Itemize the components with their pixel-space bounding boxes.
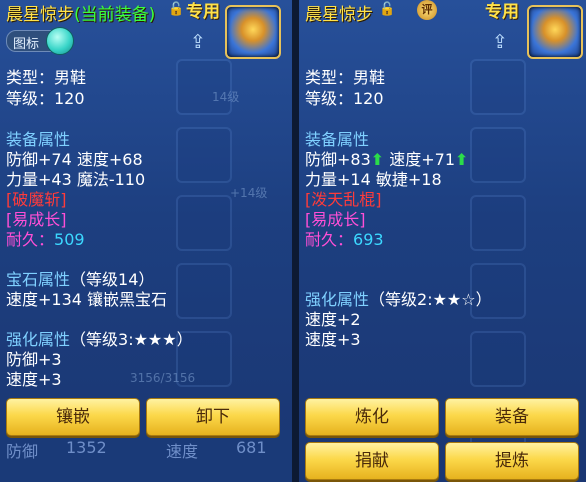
special-skill: [泼天乱棍] — [305, 190, 382, 209]
enhance-line: 防御+3 — [6, 350, 62, 369]
current-equip-tag: (当前装备) — [74, 5, 156, 25]
bg-stat-value: 681 — [236, 438, 267, 457]
enhance-line: 速度+3 — [305, 330, 361, 349]
gem-header-row: 宝石属性（等级14） — [6, 270, 154, 290]
item-level: 等级：120 — [305, 89, 384, 108]
equipment-icon — [225, 5, 281, 59]
share-icon[interactable]: ⇪ — [190, 31, 206, 53]
share-icon[interactable]: ⇪ — [492, 31, 508, 53]
panel-divider — [292, 0, 299, 482]
durability-value: 509 — [54, 230, 85, 249]
up-arrow-icon: ⬆ — [455, 150, 469, 169]
item-type: 类型：男鞋 — [305, 68, 386, 87]
enhance-line: 速度+3 — [6, 370, 62, 389]
compare-item-panel: 晨星惊步 🔓 评 专用 ⇪ 类型：男鞋 等级：120 装备属性 防御+83⬆ 速… — [299, 0, 586, 482]
bg-level-text: 14级 — [212, 90, 240, 104]
attr-line: 力量+43 魔法-110 — [6, 170, 146, 189]
bg-stat-label: 速度 — [166, 442, 199, 461]
extract-button[interactable]: 提炼 — [445, 442, 579, 480]
unequip-button[interactable]: 卸下 — [146, 398, 280, 436]
attr-defense: 防御+83 — [305, 150, 371, 169]
special-effect: [易成长] — [305, 210, 366, 229]
enhance-header: 强化属性 — [6, 330, 71, 349]
attr-line: 力量+14 敏捷+18 — [305, 170, 442, 189]
gem-header: 宝石属性 — [6, 270, 71, 289]
durability-value: 693 — [353, 230, 384, 249]
item-name: 晨星惊步 — [305, 5, 373, 25]
exclusive-label: 专用 — [485, 2, 519, 22]
attr-line: 防御+74 速度+68 — [6, 150, 143, 169]
enhance-level: （等级2:★★☆） — [369, 290, 492, 309]
donate-button[interactable]: 捐献 — [305, 442, 439, 480]
durability: 耐久：693 — [305, 230, 384, 250]
enhance-line: 速度+2 — [305, 310, 361, 329]
unlock-icon[interactable]: 🔓 — [168, 2, 184, 17]
icon-toggle[interactable]: 图标 — [6, 27, 74, 55]
equipment-icon — [527, 5, 583, 59]
background-stats-row: 防御 1352 速度 681 — [0, 430, 292, 482]
item-level: 等级：120 — [6, 89, 85, 108]
inlay-button[interactable]: 镶嵌 — [6, 398, 140, 436]
equip-button[interactable]: 装备 — [445, 398, 579, 436]
enhance-level: （等级3:★★★） — [70, 330, 193, 349]
enhance-header-row: 强化属性（等级3:★★★） — [6, 330, 193, 350]
rating-icon[interactable]: 评 — [417, 0, 437, 20]
unlock-icon[interactable]: 🔓 — [379, 2, 395, 17]
item-title: 晨星惊步(当前装备) — [6, 0, 155, 25]
item-title: 晨星惊步 — [305, 0, 373, 25]
special-skill: [破魔斩] — [6, 190, 67, 209]
gem-line: 速度+134 镶嵌黑宝石 — [6, 290, 168, 309]
refine-button[interactable]: 炼化 — [305, 398, 439, 436]
bg-stat-value: 1352 — [66, 438, 107, 457]
special-effect: [易成长] — [6, 210, 67, 229]
enhance-header: 强化属性 — [305, 290, 370, 309]
enhance-header-row: 强化属性（等级2:★★☆） — [305, 290, 492, 310]
durability: 耐久：509 — [6, 230, 85, 250]
up-arrow-icon: ⬆ — [370, 150, 385, 169]
durability-label: 耐久： — [305, 230, 354, 249]
durability-label: 耐久： — [6, 230, 55, 249]
icon-toggle-label: 图标 — [13, 37, 40, 52]
attr-header: 装备属性 — [305, 130, 370, 149]
bg-level-text: +14级 — [230, 186, 268, 200]
gem-level: （等级14） — [70, 270, 155, 289]
attr-speed: 速度+71 — [384, 150, 456, 169]
exclusive-label: 专用 — [186, 2, 220, 22]
current-item-panel: 14级 +14级 3156/3156 晨星惊步(当前装备) 🔓 专用 ⇪ 图标 … — [0, 0, 292, 482]
bg-hp-text: 3156/3156 — [130, 371, 196, 385]
item-name: 晨星惊步 — [6, 5, 74, 25]
attr-line: 防御+83⬆ 速度+71⬆ — [305, 150, 468, 170]
bg-stat-label: 防御 — [6, 442, 39, 461]
attr-header: 装备属性 — [6, 130, 71, 149]
toggle-knob-icon — [46, 27, 74, 55]
item-type: 类型：男鞋 — [6, 68, 87, 87]
background-inventory-grid — [466, 55, 586, 455]
